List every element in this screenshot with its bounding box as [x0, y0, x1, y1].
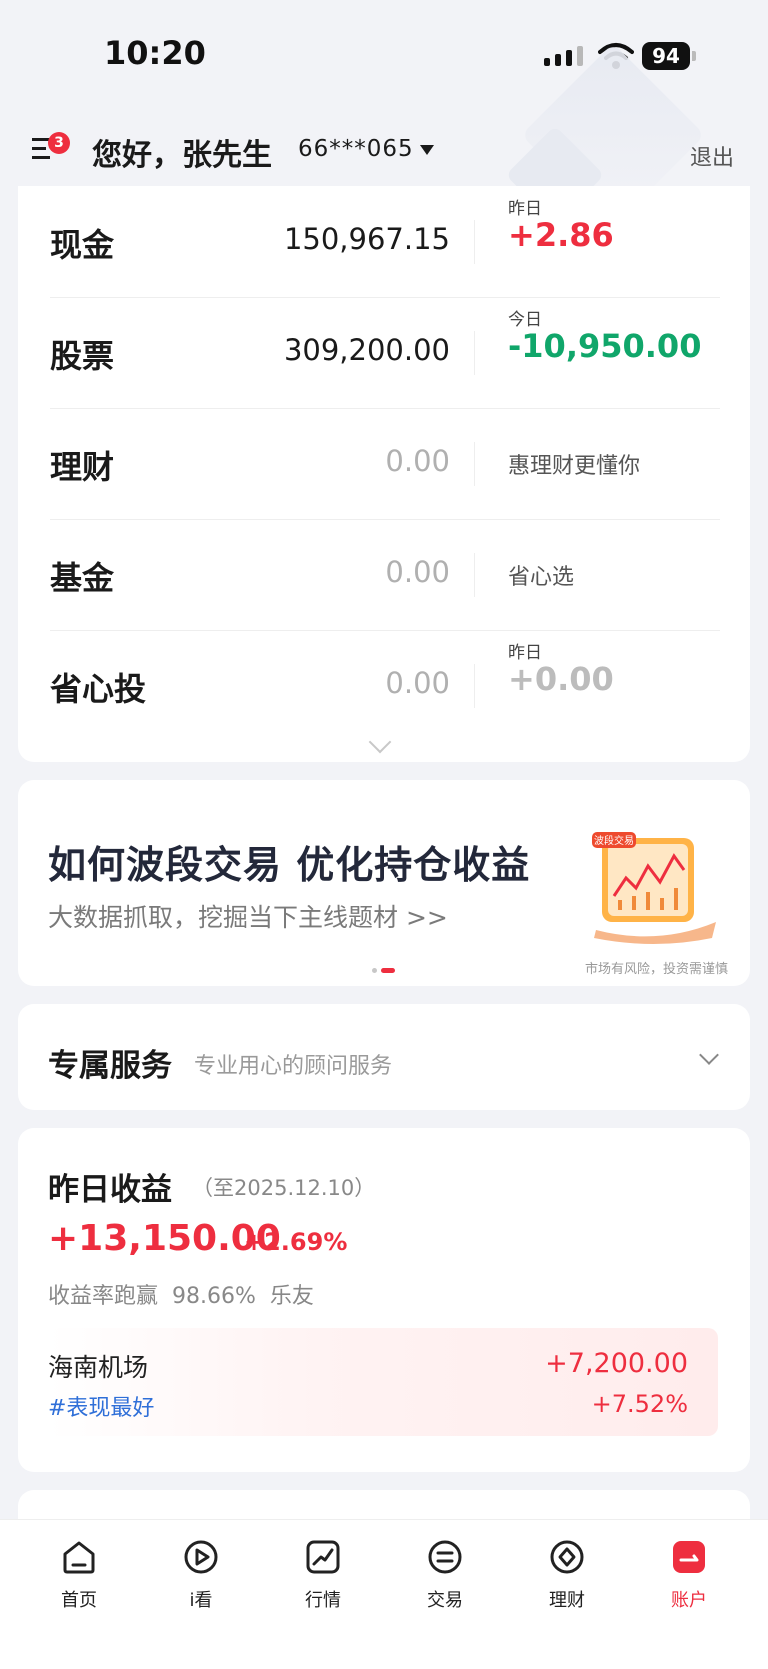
asset-value: 309,200.00 — [283, 333, 450, 367]
nav-market[interactable]: 行情 — [268, 1536, 378, 1612]
nav-label: i看 — [189, 1590, 213, 1611]
asset-value: 0.00 — [385, 444, 450, 478]
account-number[interactable]: 66***065 — [298, 136, 414, 162]
banner-title: 如何波段交易 优化持仓收益 — [48, 843, 531, 887]
earnings-date: （至2025.12.10） — [192, 1176, 376, 1200]
best-stock-name: 海南机场 — [48, 1353, 149, 1382]
asset-side-text: 省心选 — [508, 565, 575, 590]
divider — [474, 553, 475, 597]
carousel-indicator — [372, 968, 395, 973]
status-time: 10:20 — [104, 34, 206, 72]
best-stock-amount: +7,200.00 — [545, 1348, 688, 1379]
earnings-rank: 收益率跑赢 98.66% 乐友 — [48, 1278, 328, 1310]
asset-value: 0.00 — [385, 666, 450, 700]
greeting: 您好，张先生 — [92, 138, 272, 173]
asset-row-stocks[interactable]: 股票 309,200.00 今日 -10,950.00 — [50, 297, 720, 409]
nav-label: 账户 — [671, 1590, 707, 1611]
asset-row-funds[interactable]: 基金 0.00 省心选 — [50, 519, 720, 631]
service-title: 专属服务 — [48, 1048, 172, 1084]
banner-image-tag: 波段交易 — [594, 834, 634, 847]
earnings-percent: +2.69% — [244, 1228, 348, 1256]
asset-side-text: 惠理财更懂你 — [508, 454, 641, 479]
banner-subtitle[interactable]: 大数据抓取，挖掘当下主线题材 >> — [48, 898, 448, 934]
nav-home[interactable]: 首页 — [24, 1536, 134, 1612]
battery-tip — [692, 51, 696, 61]
notification-badge: 3 — [48, 132, 70, 154]
account-icon — [673, 1541, 705, 1573]
promo-banner[interactable]: 如何波段交易 优化持仓收益 大数据抓取，挖掘当下主线题材 >> 波段交易 市场有… — [18, 780, 750, 986]
chevron-down-icon[interactable] — [699, 1045, 719, 1065]
carousel-dot — [372, 968, 377, 973]
nav-account[interactable]: 账户 — [634, 1536, 744, 1612]
home-icon — [63, 1541, 95, 1574]
asset-name: 基金 — [50, 559, 115, 597]
service-subtitle: 专业用心的顾问服务 — [194, 1054, 393, 1079]
asset-value: 150,967.15 — [283, 222, 450, 256]
chart-icon — [306, 1540, 340, 1574]
earnings-title: 昨日收益 — [48, 1172, 172, 1208]
nav-label: 交易 — [427, 1590, 463, 1611]
asset-side-value: -10,950.00 — [508, 327, 702, 365]
asset-name: 现金 — [50, 226, 115, 264]
divider — [474, 331, 475, 375]
logout-button[interactable]: 退出 — [690, 140, 734, 172]
nav-label: 首页 — [61, 1590, 97, 1611]
divider — [474, 664, 475, 708]
cellular-signal-icon — [544, 46, 583, 66]
asset-row-wealth[interactable]: 理财 0.00 惠理财更懂你 — [50, 408, 720, 520]
nav-trade[interactable]: 交易 — [390, 1536, 500, 1612]
asset-row-cash[interactable]: 现金 150,967.15 昨日 +2.86 — [50, 186, 720, 298]
nav-label: 理财 — [549, 1590, 585, 1611]
exchange-icon — [428, 1540, 462, 1574]
play-icon — [184, 1540, 218, 1574]
nav-label: 行情 — [305, 1590, 341, 1611]
exclusive-service-section[interactable]: 专属服务 专业用心的顾问服务 — [18, 1004, 750, 1110]
nav-iwatch[interactable]: i看 — [146, 1536, 256, 1612]
finance-icon — [550, 1540, 584, 1574]
asset-name: 省心投 — [50, 670, 147, 708]
best-stock-percent: +7.52% — [591, 1390, 688, 1418]
account-dropdown-icon[interactable] — [420, 145, 434, 155]
asset-card: 现金 150,967.15 昨日 +2.86 股票 309,200.00 今日 … — [18, 186, 750, 762]
asset-row-smart-invest[interactable]: 省心投 0.00 昨日 +0.00 — [50, 630, 720, 741]
divider — [474, 220, 475, 264]
asset-value: 0.00 — [385, 555, 450, 589]
rank-suffix: 乐友 — [269, 1284, 314, 1309]
battery-indicator: 94 — [642, 42, 690, 70]
asset-side-value: +2.86 — [508, 216, 614, 254]
asset-name: 股票 — [50, 337, 115, 375]
rank-label: 收益率跑赢 — [48, 1284, 159, 1309]
best-stock-row[interactable]: 海南机场 #表现最好 +7,200.00 +7.52% — [48, 1328, 718, 1436]
rank-value: 98.66% — [172, 1284, 256, 1309]
bottom-nav: 首页 i看 行情 交易 理财 账户 — [0, 1520, 768, 1669]
asset-side-value: +0.00 — [508, 660, 614, 698]
carousel-dot-active — [381, 968, 395, 973]
risk-disclaimer: 市场有风险，投资需谨慎 — [584, 962, 728, 977]
divider — [474, 442, 475, 486]
asset-name: 理财 — [50, 448, 115, 486]
nav-finance[interactable]: 理财 — [512, 1536, 622, 1612]
trading-chart-illustration: 波段交易 — [592, 832, 716, 944]
earnings-card[interactable]: 昨日收益 （至2025.12.10） +13,150.00 +2.69% 收益率… — [18, 1128, 750, 1472]
best-stock-tag[interactable]: #表现最好 — [48, 1390, 154, 1422]
